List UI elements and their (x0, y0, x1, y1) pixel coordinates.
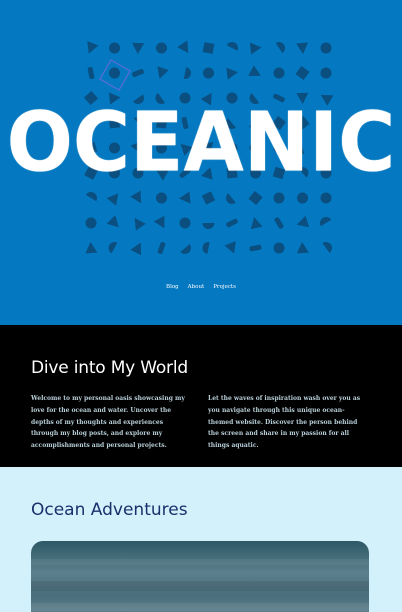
hero-banner: OCEANIC Blog About Projects (0, 0, 402, 325)
pattern-shape (248, 190, 263, 206)
pattern-shape (250, 217, 263, 230)
pattern-shape (295, 66, 310, 80)
pattern-shape (109, 67, 120, 79)
pattern-shape (322, 242, 332, 253)
pattern-shape (157, 66, 169, 79)
pattern-shape (226, 193, 236, 204)
pattern-shape (157, 242, 166, 254)
pattern-shape (248, 65, 261, 76)
pattern-shape (202, 242, 210, 254)
pattern-shape (179, 217, 191, 229)
pattern-shape (177, 40, 189, 54)
pattern-shape (130, 242, 142, 256)
pattern-shape (153, 215, 165, 229)
pattern-shape (320, 192, 332, 204)
adventures-title: Ocean Adventures (31, 500, 188, 520)
main-nav: Blog About Projects (0, 284, 402, 290)
pattern-shape (180, 244, 191, 254)
pattern-shape (109, 42, 120, 54)
pattern-shape (132, 42, 145, 54)
intro-paragraph-right: Let the waves of inspiration wash over y… (208, 395, 361, 450)
pattern-shape (85, 192, 97, 202)
pattern-shape (134, 218, 146, 231)
pattern-shape (320, 42, 332, 54)
pattern-shape (156, 42, 167, 54)
pattern-shape (203, 67, 214, 79)
pattern-shape (108, 242, 118, 254)
pattern-shape (201, 191, 216, 205)
pattern-shape (179, 191, 191, 204)
pattern-shape (249, 42, 262, 55)
pattern-shape (249, 244, 262, 252)
pattern-shape (296, 242, 309, 254)
intro-title: Dive into My World (31, 358, 188, 378)
pattern-shape (183, 67, 191, 79)
nav-link-blog[interactable]: Blog (166, 284, 179, 290)
pattern-shape (156, 192, 167, 204)
pattern-shape (320, 217, 332, 227)
nav-link-projects[interactable]: Projects (213, 284, 236, 290)
pattern-shape (273, 242, 285, 254)
pattern-shape (87, 66, 95, 80)
pattern-shape (85, 217, 97, 229)
pattern-shape (273, 192, 285, 204)
pattern-shape (87, 41, 99, 54)
intro-section: Dive into My World Welcome to my persona… (0, 325, 402, 467)
pattern-shape (275, 42, 285, 53)
site-logo[interactable]: OCEANIC (0, 102, 402, 184)
pattern-shape (320, 67, 332, 79)
pattern-shape (226, 42, 238, 51)
pattern-shape (130, 190, 142, 204)
ocean-adventures-section: Ocean Adventures (0, 467, 402, 612)
pattern-shape (296, 215, 310, 228)
pattern-shape (85, 242, 98, 254)
intro-paragraph-left: Welcome to my personal oasis showcasing … (31, 395, 185, 450)
pattern-shape (202, 222, 215, 229)
pattern-shape (273, 67, 285, 79)
pattern-shape (132, 69, 144, 77)
nav-link-about[interactable]: About (188, 284, 205, 290)
pattern-shape (224, 241, 236, 254)
adventure-card-image[interactable] (31, 541, 369, 612)
pattern-shape (226, 67, 238, 80)
pattern-shape (106, 215, 119, 228)
pattern-shape (106, 193, 119, 206)
pattern-shape (296, 42, 309, 54)
intro-columns: Welcome to my personal oasis showcasing … (31, 393, 371, 452)
pattern-shape (226, 218, 238, 228)
pattern-shape (297, 192, 308, 204)
pattern-shape (202, 42, 215, 54)
pattern-shape (274, 217, 284, 229)
